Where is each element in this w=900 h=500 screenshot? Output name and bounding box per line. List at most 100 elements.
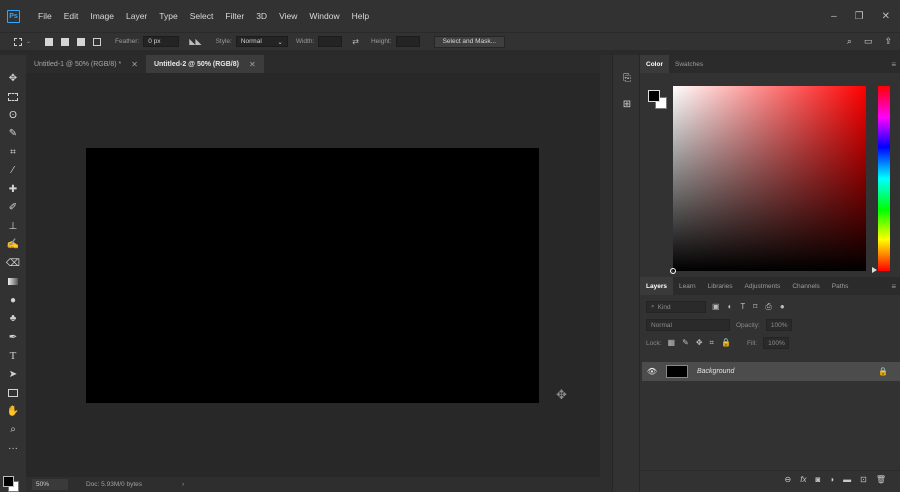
visibility-eye-icon[interactable]: 👁	[644, 367, 660, 376]
add-mask-icon[interactable]: ◙	[815, 475, 820, 484]
panel-menu-icon[interactable]: ≡	[891, 282, 896, 291]
tab-layers[interactable]: Layers	[640, 277, 673, 295]
blend-mode-select[interactable]: Normal	[646, 319, 730, 331]
layer-name[interactable]: Background	[697, 368, 734, 375]
tab-untitled-2[interactable]: Untitled-2 @ 50% (RGB/8) ✕	[145, 55, 264, 73]
dodge-icon[interactable]: ♣	[0, 310, 26, 329]
lock-artboard-icon[interactable]: ⌗	[710, 338, 715, 348]
doc-info-arrow-icon[interactable]: ›	[182, 481, 184, 488]
menu-window[interactable]: Window	[303, 0, 345, 32]
history-brush-icon[interactable]: ✍	[0, 236, 26, 255]
quick-select-icon[interactable]: ✎	[0, 125, 26, 144]
fill-input[interactable]: 100%	[763, 337, 790, 349]
rectangle-icon[interactable]	[0, 384, 26, 403]
more-tools-icon[interactable]: ···	[0, 439, 26, 458]
height-input[interactable]	[395, 36, 420, 47]
picker-cursor[interactable]	[670, 268, 676, 274]
tab-channels[interactable]: Channels	[786, 277, 825, 295]
menu-image[interactable]: Image	[84, 0, 120, 32]
layer-row-background[interactable]: 👁 Background 🔒	[642, 362, 900, 381]
add-selection-icon[interactable]	[61, 37, 70, 46]
menu-filter[interactable]: Filter	[219, 0, 250, 32]
subtract-selection-icon[interactable]	[77, 37, 86, 46]
tab-untitled-1[interactable]: Untitled-1 @ 50% (RGB/8) * ✕	[26, 55, 146, 73]
tab-libraries[interactable]: Libraries	[702, 277, 739, 295]
swap-dimensions-icon[interactable]: ⇄	[352, 37, 359, 46]
lock-transparent-icon[interactable]: ▦	[668, 338, 676, 348]
new-layer-icon[interactable]: ⊡	[860, 475, 867, 484]
anti-alias-icon[interactable]: ◣◣	[189, 37, 201, 46]
filter-toggle-icon[interactable]: ●	[780, 302, 785, 312]
opacity-input[interactable]: 100%	[765, 319, 792, 331]
delete-layer-icon[interactable]: 🗑	[876, 475, 886, 484]
panel-menu-icon[interactable]: ≡	[891, 60, 896, 69]
lock-image-icon[interactable]: ✎	[682, 338, 689, 348]
eraser-icon[interactable]: ⌫	[0, 254, 26, 273]
smart-object-filter-icon[interactable]: ⎙	[765, 302, 771, 312]
tab-swatches[interactable]: Swatches	[669, 55, 709, 73]
shape-filter-icon[interactable]: ⌑	[753, 302, 757, 312]
menu-3d[interactable]: 3D	[250, 0, 273, 32]
menu-edit[interactable]: Edit	[58, 0, 85, 32]
lasso-icon[interactable]: ʘ	[0, 106, 26, 125]
clone-stamp-icon[interactable]: ⊥	[0, 217, 26, 236]
restore-icon[interactable]: ❐	[855, 11, 864, 22]
new-selection-icon[interactable]	[45, 37, 54, 46]
menu-file[interactable]: File	[32, 0, 58, 32]
feather-input[interactable]: 0 px	[143, 36, 180, 47]
link-layers-icon[interactable]: ⊖	[785, 475, 792, 484]
healing-brush-icon[interactable]: ✚	[0, 180, 26, 199]
marquee-icon[interactable]	[0, 88, 26, 107]
close-icon[interactable]: ✕	[882, 11, 890, 22]
menu-select[interactable]: Select	[184, 0, 220, 32]
properties-panel-icon[interactable]: ⊞	[613, 91, 641, 117]
share-icon[interactable]: ⇪	[884, 36, 892, 47]
vertical-scroll-gutter[interactable]	[600, 55, 612, 492]
adjustment-filter-icon[interactable]: ◐	[728, 302, 733, 312]
select-and-mask-button[interactable]: Select and Mask...	[433, 35, 506, 48]
lock-all-icon[interactable]: 🔒	[721, 338, 731, 348]
minimize-icon[interactable]: –	[831, 11, 837, 22]
hue-slider[interactable]	[878, 86, 890, 271]
lock-position-icon[interactable]: ✥	[696, 338, 703, 348]
menu-type[interactable]: Type	[153, 0, 183, 32]
canvas-area[interactable]: ✥	[26, 73, 600, 477]
workspace-icon[interactable]: ▭	[864, 36, 873, 47]
close-icon[interactable]: ✕	[131, 60, 138, 69]
foreground-color-swatch[interactable]	[3, 476, 14, 487]
layer-style-icon[interactable]: fx	[800, 475, 806, 484]
hue-slider-marker[interactable]	[872, 267, 877, 273]
tab-paths[interactable]: Paths	[826, 277, 855, 295]
width-input[interactable]	[318, 36, 343, 47]
zoom-level-field[interactable]: 50%	[32, 479, 68, 490]
zoom-icon[interactable]: ⌕	[0, 421, 26, 440]
search-icon[interactable]: ⌕	[847, 36, 852, 47]
color-foreground-swatch[interactable]	[648, 90, 660, 102]
tab-learn[interactable]: Learn	[673, 277, 702, 295]
type-icon[interactable]: T	[0, 347, 26, 366]
menu-help[interactable]: Help	[346, 0, 375, 32]
style-select[interactable]: Normal ⌄	[235, 36, 288, 47]
tab-color[interactable]: Color	[640, 55, 669, 73]
type-filter-icon[interactable]: T	[740, 302, 745, 312]
path-select-icon[interactable]: ➤	[0, 365, 26, 384]
document-canvas[interactable]	[86, 148, 539, 403]
marquee-preset-button[interactable]: ⌄	[14, 37, 31, 46]
tab-adjustments[interactable]: Adjustments	[739, 277, 787, 295]
menu-view[interactable]: View	[273, 0, 303, 32]
adjustment-layer-icon[interactable]: ◑	[829, 475, 834, 484]
gradient-icon[interactable]	[0, 273, 26, 292]
new-group-icon[interactable]: ▬	[843, 475, 851, 484]
menu-layer[interactable]: Layer	[120, 0, 153, 32]
history-panel-icon[interactable]: ⎘	[613, 65, 641, 91]
close-icon[interactable]: ✕	[249, 60, 256, 69]
move-icon[interactable]: ✥	[0, 69, 26, 88]
blur-icon[interactable]: ●	[0, 291, 26, 310]
pen-icon[interactable]: ✒	[0, 328, 26, 347]
crop-icon[interactable]: ⌗	[0, 143, 26, 162]
hand-icon[interactable]: ✋	[0, 402, 26, 421]
intersect-selection-icon[interactable]	[93, 37, 102, 46]
saturation-brightness-picker[interactable]	[670, 86, 866, 274]
kind-filter-select[interactable]: ⌕ Kind	[646, 301, 706, 313]
pixel-filter-icon[interactable]: ▣	[712, 302, 720, 312]
